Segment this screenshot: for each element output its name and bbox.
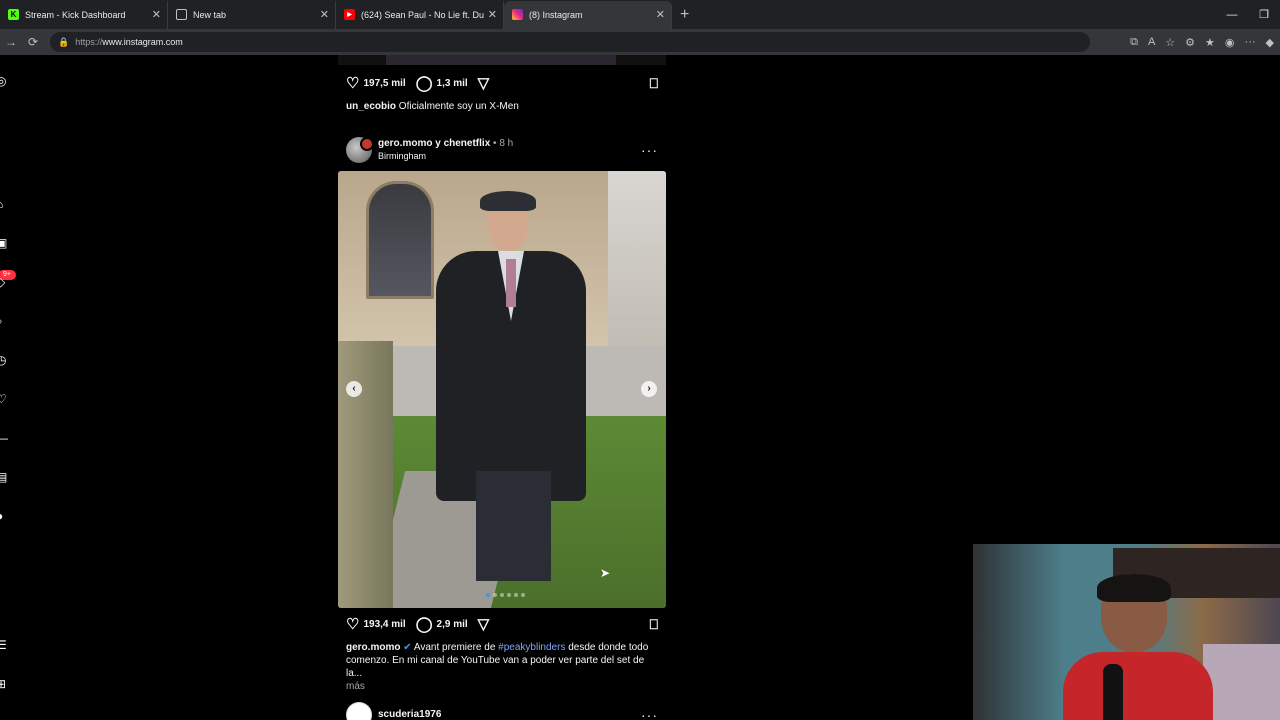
microphone-icon	[1103, 664, 1123, 720]
man-in-overcoat	[436, 191, 586, 591]
stained-glass-window	[366, 181, 434, 299]
close-tab-icon[interactable]: ✕	[152, 8, 161, 21]
previous-image-button[interactable]: ‹	[346, 381, 362, 397]
post-collab-username[interactable]: chenetflix	[444, 138, 491, 149]
tab-title: Stream - Kick Dashboard	[25, 9, 126, 20]
streamer	[1063, 574, 1213, 720]
close-tab-icon[interactable]: ✕	[488, 8, 497, 21]
post-header: gero.momo y chenetflix • 8 h Birmingham …	[346, 135, 658, 165]
next-post-header: scuderia1976 ···	[346, 700, 658, 720]
search-icon[interactable]: ⌕	[0, 315, 8, 327]
tab-title: (624) Sean Paul - No Lie ft. Dua Lip	[361, 9, 484, 20]
verified-icon: ✔	[403, 642, 412, 653]
create-icon[interactable]: —	[0, 432, 8, 444]
caption-more-link[interactable]: más	[346, 680, 658, 693]
more-icon[interactable]: ⊞	[0, 678, 8, 690]
browser-tools: ⧉ A ☆ ⚙ ★ ◉ ··· ◆	[1130, 29, 1274, 55]
kick-icon: K	[8, 9, 19, 20]
favorites-icon[interactable]: ★	[1205, 36, 1215, 49]
tab-title: (8) Instagram	[529, 9, 583, 20]
avatar[interactable]	[346, 137, 374, 163]
copilot-icon[interactable]: ◆	[1266, 36, 1274, 49]
like-icon[interactable]: ♡	[346, 76, 359, 91]
url-host: www.instagram.com	[102, 37, 183, 47]
reels2-icon[interactable]: ▤	[0, 471, 8, 483]
next-post-username[interactable]: scuderia1976	[378, 709, 441, 720]
stone-pillar	[338, 341, 393, 608]
webcam-overlay	[973, 544, 1280, 720]
previous-post-image	[338, 55, 666, 65]
more-options-icon[interactable]: ···	[641, 142, 658, 158]
like-count: 193,4 mil	[363, 618, 406, 630]
more-options-icon[interactable]: ···	[641, 707, 658, 720]
open-app-icon[interactable]: ⧉	[1130, 36, 1138, 49]
lock-icon: 🔒	[58, 36, 70, 47]
youtube-icon: ▶	[344, 9, 355, 20]
mouse-cursor-icon: ➤	[600, 566, 611, 580]
new-tab-icon[interactable]: +	[680, 6, 689, 24]
post-username[interactable]: gero.momo	[378, 138, 432, 149]
notifications-icon[interactable]: ♡	[0, 393, 8, 405]
browser-tabbar: K Stream - Kick Dashboard ✕ New tab ✕ ▶ …	[0, 0, 1280, 29]
more-menu-icon[interactable]: ···	[1245, 36, 1256, 48]
instagram-icon	[512, 9, 523, 20]
caption-username[interactable]: un_ecobio	[346, 101, 396, 112]
carousel-indicator	[486, 593, 525, 597]
url-protocol: https://	[75, 37, 103, 47]
url-field[interactable]: 🔒 https:// www.instagram.com	[50, 32, 1090, 52]
post-caption: gero.momo ✔ Avant premiere de #peakyblin…	[346, 641, 658, 693]
previous-post-actions: ♡ 197,5 mil ◯ 1,3 mil ▽ ⎕	[346, 73, 658, 93]
caption-hashtag[interactable]: #peakyblinders	[498, 642, 565, 653]
save-icon[interactable]: ⎕	[650, 75, 658, 92]
address-bar: → ⟳ 🔒 https:// www.instagram.com ⧉ A ☆ ⚙…	[0, 29, 1280, 55]
comment-icon[interactable]: ◯	[416, 76, 433, 91]
avatar[interactable]	[346, 702, 372, 720]
left-nav: ◎ ⌂ ▣ 9+ ◇ ⌕ ◷ ♡ — ▤ ● ☰ ⊞	[0, 55, 16, 720]
reload-icon[interactable]: ⟳	[22, 35, 44, 49]
page-icon	[176, 9, 187, 20]
share-icon[interactable]: ▽	[478, 617, 490, 632]
next-image-button[interactable]: ›	[641, 381, 657, 397]
post-separator: •	[493, 138, 497, 149]
forward-icon[interactable]: →	[0, 35, 22, 49]
caption-text-before: Avant premiere de	[413, 642, 496, 653]
tab-kick[interactable]: K Stream - Kick Dashboard ✕	[0, 0, 168, 29]
post-conjunction: y	[435, 138, 441, 149]
post-time: 8 h	[499, 138, 514, 149]
minimize-icon[interactable]: —	[1216, 9, 1248, 21]
reels-icon[interactable]: ▣	[0, 237, 8, 249]
comment-icon[interactable]: ◯	[416, 617, 433, 632]
favorite-star-icon[interactable]: ☆	[1165, 36, 1175, 49]
close-tab-icon[interactable]: ✕	[320, 8, 329, 21]
comment-count: 1,3 mil	[436, 77, 468, 89]
tab-instagram[interactable]: (8) Instagram ✕	[504, 0, 672, 29]
extensions-icon[interactable]: ⚙	[1185, 36, 1195, 49]
like-icon[interactable]: ♡	[346, 617, 359, 632]
messages-icon[interactable]: ◇	[0, 276, 8, 288]
previous-post-caption: un_ecobio Oficialmente soy un X-Men	[346, 100, 658, 113]
maximize-icon[interactable]: ❐	[1248, 8, 1280, 21]
post-photo[interactable]: ‹ › ➤	[338, 171, 666, 608]
window-controls: — ❐	[1216, 0, 1280, 29]
profile-icon[interactable]: ●	[0, 510, 8, 522]
caption-text: Oficialmente soy un X-Men	[398, 101, 519, 112]
share-icon[interactable]: ▽	[478, 76, 490, 91]
profile-icon[interactable]: ◉	[1225, 36, 1235, 49]
save-icon[interactable]: ⎕	[650, 616, 658, 633]
comment-count: 2,9 mil	[436, 618, 468, 630]
like-count: 197,5 mil	[363, 77, 406, 89]
post-actions: ♡ 193,4 mil ◯ 2,9 mil ▽ ⎕	[346, 614, 658, 634]
tab-title: New tab	[193, 9, 227, 20]
close-tab-icon[interactable]: ✕	[656, 8, 665, 21]
caption-username[interactable]: gero.momo	[346, 642, 400, 653]
menu-icon[interactable]: ☰	[0, 639, 8, 651]
home-icon[interactable]: ⌂	[0, 198, 8, 210]
read-aloud-icon[interactable]: A	[1148, 36, 1155, 48]
explore-icon[interactable]: ◷	[0, 354, 8, 366]
post-location[interactable]: Birmingham	[378, 150, 513, 162]
instagram-icon[interactable]: ◎	[0, 75, 8, 87]
tab-newtab[interactable]: New tab ✕	[168, 0, 336, 29]
tab-youtube[interactable]: ▶ (624) Sean Paul - No Lie ft. Dua Lip ✕	[336, 0, 504, 29]
